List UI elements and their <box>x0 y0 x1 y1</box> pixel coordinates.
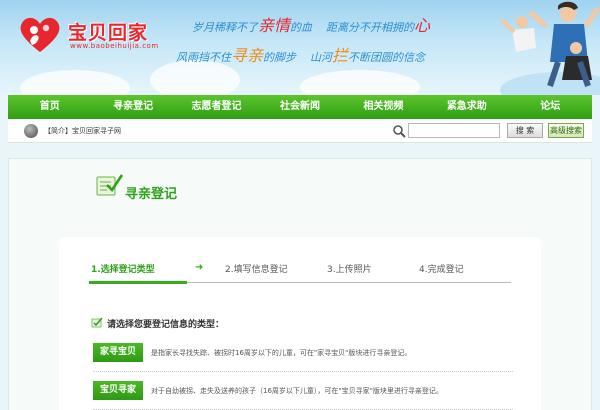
active-step-underline <box>89 281 187 284</box>
logo-text[interactable]: 宝贝回家 <box>68 18 148 45</box>
search-input[interactable] <box>408 123 500 138</box>
nav-item-forum[interactable]: 论坛 <box>509 95 592 119</box>
sub-bar: 【简介】宝贝回家寻子网 搜 索 高级搜索 <box>8 119 592 143</box>
slogan-1-d: 距离分不开相拥的 <box>326 21 415 34</box>
slogan-2-c: 的脚步 <box>263 51 297 64</box>
slogan-2-d: 山河 <box>310 51 333 64</box>
logo-heart-icon[interactable] <box>18 14 62 54</box>
slogan-2-a: 风雨挡不住 <box>176 51 231 64</box>
notepad-check-icon <box>96 174 123 196</box>
slogan-2-e: 拦 <box>332 46 349 65</box>
type-prompt: 请选择您要登记信息的类型： <box>107 320 225 330</box>
step-3: 3.上传照片 <box>327 265 372 275</box>
header-banner: 宝贝回家 www.baobeihuijia.com 岁月稀释不了亲情的血 距离分… <box>0 0 600 95</box>
logo-url: www.baobeihuijia.com <box>70 42 159 50</box>
search-button[interactable]: 搜 索 <box>507 123 543 138</box>
checklist-icon <box>91 317 103 328</box>
step-arrow-icon: ➜ <box>195 262 204 273</box>
site-intro-link[interactable]: 【简介】宝贝回家寻子网 <box>44 126 121 136</box>
family-illustration <box>500 1 600 95</box>
content-panel: 寻亲登记 1.选择登记类型 ➜ 2.填写信息登记 3.上传照片 4.完成登记 请… <box>8 158 592 410</box>
nav-item-videos[interactable]: 相关视频 <box>342 95 425 119</box>
child-seeks-family-desc: 对于自幼被拐、走失及送养的孩子（16周岁以下儿童），可在"宝贝寻家"版块里进行寻… <box>151 387 443 395</box>
child-seeks-family-button[interactable]: 宝贝寻家 <box>93 381 143 400</box>
slogan-2-f: 不断团圆的信念 <box>348 51 426 64</box>
slogan-line-1: 岁月稀释不了亲情的血 距离分不开相拥的心 <box>192 12 430 36</box>
slogan-1-c: 的血 <box>290 21 313 34</box>
advanced-search-button[interactable]: 高级搜索 <box>548 123 584 138</box>
step-2: 2.填写信息登记 <box>225 265 288 275</box>
registration-card: 1.选择登记类型 ➜ 2.填写信息登记 3.上传照片 4.完成登记 请选择您要登… <box>59 237 541 410</box>
step-1: 1.选择登记类型 <box>91 265 155 275</box>
nav-item-volunteer[interactable]: 志愿者登记 <box>175 95 258 119</box>
main-nav: 首页 寻亲登记 志愿者登记 社会新闻 相关视频 紧急求助 论坛 <box>8 95 592 119</box>
family-seeks-child-desc: 是指家长寻找失踪、被拐时16周岁以下的儿童，可在"家寻宝贝"版块进行寻亲登记。 <box>151 349 412 357</box>
nav-item-home[interactable]: 首页 <box>8 95 91 119</box>
slogan-1-e: 心 <box>414 16 431 35</box>
slogan-1-a: 岁月稀释不了 <box>192 21 258 34</box>
nav-item-news[interactable]: 社会新闻 <box>258 95 341 119</box>
magnifier-icon <box>393 125 406 138</box>
family-seeks-child-button[interactable]: 家寻宝贝 <box>93 343 143 362</box>
step-4: 4.完成登记 <box>419 265 464 275</box>
nav-item-register-search[interactable]: 寻亲登记 <box>91 95 174 119</box>
avatar-icon <box>24 124 38 138</box>
page-title: 寻亲登记 <box>125 187 178 202</box>
slogan-2-b: 寻亲 <box>231 46 264 65</box>
nav-item-emergency[interactable]: 紧急求助 <box>425 95 508 119</box>
step-indicator: 1.选择登记类型 ➜ 2.填写信息登记 3.上传照片 4.完成登记 <box>89 255 511 284</box>
slogan-1-b: 亲情 <box>258 16 291 35</box>
divider <box>93 371 513 372</box>
slogan-line-2: 风雨挡不住寻亲的脚步 山河拦不断团圆的信念 <box>176 42 425 66</box>
